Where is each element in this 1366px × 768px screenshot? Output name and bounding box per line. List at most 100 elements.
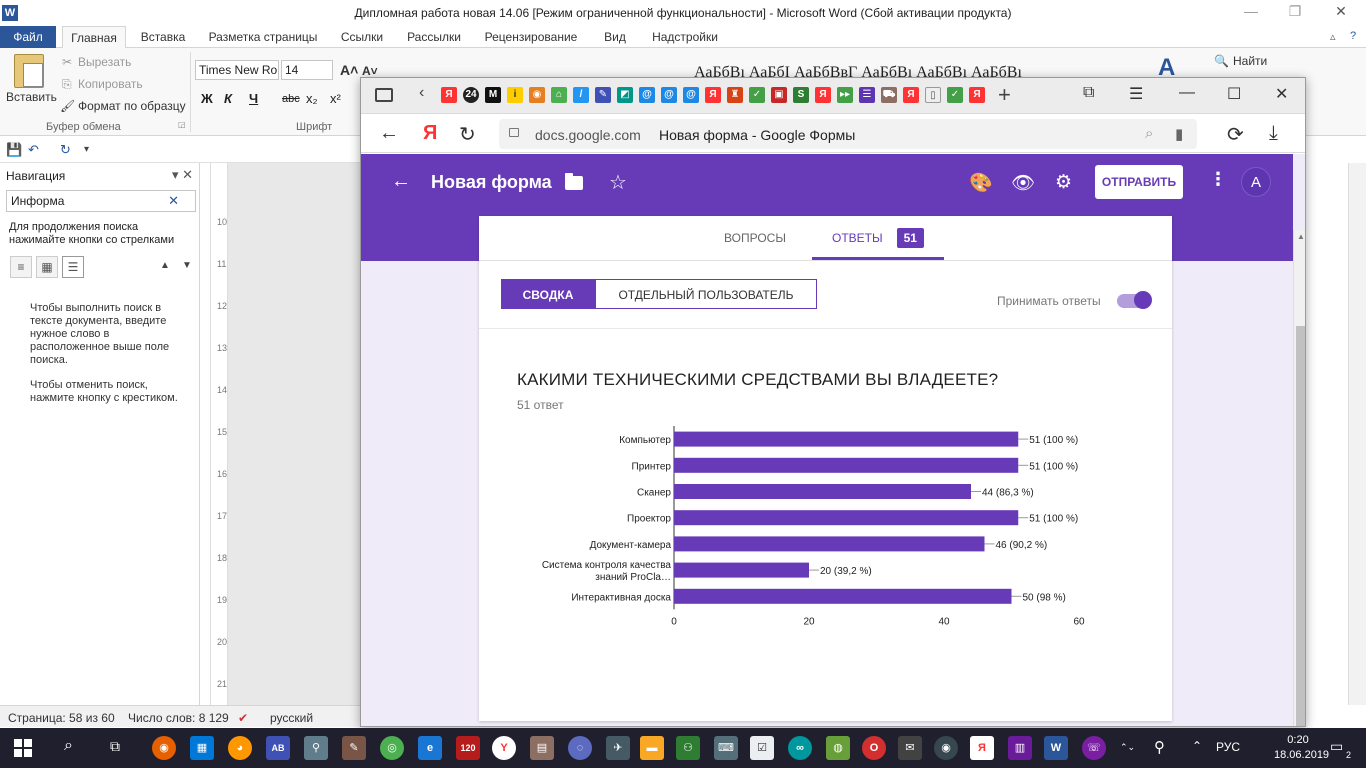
- people-icon[interactable]: ⚲: [1154, 738, 1165, 756]
- bus-tab-icon[interactable]: ⛟: [881, 87, 897, 103]
- checklist-icon[interactable]: ☑: [750, 736, 774, 760]
- cut-button[interactable]: Вырезать: [78, 55, 131, 69]
- customize-qat-icon[interactable]: ▾: [84, 144, 89, 155]
- form-title[interactable]: Новая форма: [431, 172, 552, 193]
- tabs-panel-icon[interactable]: [375, 88, 393, 102]
- help-icon[interactable]: ?: [1350, 30, 1356, 42]
- previous-result-icon[interactable]: ▲: [160, 260, 170, 271]
- keyboard-icon[interactable]: ⌨: [714, 736, 738, 760]
- yandex-logo[interactable]: Я: [423, 122, 437, 145]
- download-icon[interactable]: ⤓: [1269, 122, 1278, 145]
- tab-home[interactable]: Главная: [62, 26, 126, 49]
- dialog-launcher-icon[interactable]: ◲: [178, 120, 186, 129]
- paste-icon[interactable]: [14, 54, 44, 88]
- search-icon[interactable]: ⌕: [1145, 125, 1153, 142]
- language-indicator[interactable]: русский: [270, 711, 313, 725]
- font-size-select[interactable]: 14: [281, 60, 333, 80]
- paste-button[interactable]: Вставить: [6, 90, 57, 104]
- doc-tab-icon[interactable]: /: [573, 87, 589, 103]
- tab-scroll-left-icon[interactable]: ‹: [419, 84, 424, 102]
- task-view-icon[interactable]: ⧉: [110, 738, 120, 755]
- document-area[interactable]: [228, 163, 362, 705]
- format-painter-button[interactable]: Формат по образцу: [78, 99, 186, 113]
- m-tab-icon[interactable]: M: [485, 87, 501, 103]
- yandex-tab-icon[interactable]: Я: [815, 87, 831, 103]
- shrink-font-icon[interactable]: A˅: [362, 64, 378, 78]
- headings-view-icon[interactable]: ≡: [10, 256, 32, 278]
- yandex-tab-icon[interactable]: Я: [969, 87, 985, 103]
- palette-icon[interactable]: 🎨: [969, 171, 993, 195]
- subscript-button[interactable]: x₂: [306, 91, 318, 106]
- notifications-icon[interactable]: ▭: [1330, 738, 1343, 755]
- chrome-icon[interactable]: ◎: [380, 736, 404, 760]
- tab-review[interactable]: Рецензирование: [476, 26, 586, 48]
- s-tab-icon[interactable]: S: [793, 87, 809, 103]
- find-button[interactable]: Найти: [1233, 54, 1267, 68]
- tab-references[interactable]: Ссылки: [332, 26, 392, 48]
- back-arrow-icon[interactable]: ←: [391, 170, 411, 193]
- undo-icon[interactable]: ↶: [28, 142, 39, 158]
- mail-tab-icon[interactable]: @: [683, 87, 699, 103]
- word-maximize-button[interactable]: ❐: [1272, 3, 1318, 23]
- tab-page-layout[interactable]: Разметка страницы: [200, 26, 326, 48]
- check-tab-icon[interactable]: ✓: [947, 87, 963, 103]
- underline-button[interactable]: Ч: [249, 91, 258, 106]
- check-tab-icon[interactable]: ✓: [749, 87, 765, 103]
- archive-icon[interactable]: ▤: [530, 736, 554, 760]
- torrent-icon[interactable]: ◌: [568, 736, 592, 760]
- word-minimize-button[interactable]: —: [1228, 3, 1274, 23]
- video-app-icon[interactable]: 120: [456, 736, 480, 760]
- scrollbar-thumb[interactable]: [1296, 326, 1305, 726]
- browser-scrollbar[interactable]: ▲: [1293, 230, 1305, 726]
- new-tab-button[interactable]: +: [998, 82, 1011, 108]
- firefox-icon[interactable]: ◉: [152, 736, 176, 760]
- next-result-icon[interactable]: ▼: [182, 260, 192, 271]
- store-icon[interactable]: ▦: [190, 736, 214, 760]
- grow-font-icon[interactable]: A˄: [340, 62, 358, 78]
- browser-menu-icon[interactable]: ☰: [1129, 84, 1143, 104]
- accept-responses-toggle[interactable]: [1117, 291, 1152, 309]
- redo-icon[interactable]: ↻: [60, 142, 71, 158]
- summary-button[interactable]: СВОДКА: [501, 279, 595, 309]
- yandex-tab-icon[interactable]: Я: [903, 87, 919, 103]
- superscript-button[interactable]: x²: [330, 91, 341, 106]
- tab-addins[interactable]: Надстройки: [642, 26, 728, 48]
- play-tab-icon[interactable]: ▸▸: [837, 87, 853, 103]
- media-tab-icon[interactable]: ▣: [771, 87, 787, 103]
- language-indicator[interactable]: РУС: [1216, 740, 1240, 754]
- viber-icon[interactable]: ☏: [1082, 736, 1106, 760]
- network-icon[interactable]: ⚇: [676, 736, 700, 760]
- arduino-icon[interactable]: ∞: [788, 736, 812, 760]
- bold-button[interactable]: Ж: [201, 91, 213, 106]
- opera-icon[interactable]: O: [862, 736, 886, 760]
- edit-tab-icon[interactable]: ✎: [595, 87, 611, 103]
- winrar-icon[interactable]: ▥: [1008, 736, 1032, 760]
- eye-app-icon[interactable]: ◉: [934, 736, 958, 760]
- yandex-tab-icon[interactable]: Я: [441, 87, 457, 103]
- forms-tab-icon[interactable]: ☰: [859, 87, 875, 103]
- windows-start-icon[interactable]: [14, 739, 32, 757]
- tab-responses[interactable]: ОТВЕТЫ 51: [812, 216, 944, 260]
- close-icon[interactable]: ▾ ✕: [172, 167, 193, 183]
- italic-button[interactable]: К: [224, 91, 232, 106]
- reload-button[interactable]: ↻: [459, 122, 476, 147]
- tray-expand-icon[interactable]: ⌃: [1192, 739, 1202, 753]
- pages-view-icon[interactable]: ▦: [36, 256, 58, 278]
- paint-icon[interactable]: ✎: [342, 736, 366, 760]
- browser-close-button[interactable]: ✕: [1275, 84, 1288, 104]
- crest-tab-icon[interactable]: ♜: [727, 87, 743, 103]
- android-icon[interactable]: ◍: [826, 736, 850, 760]
- settings-gear-icon[interactable]: ⚙: [1055, 171, 1072, 194]
- back-button[interactable]: ←: [379, 122, 399, 145]
- word-taskbar-icon[interactable]: W: [1044, 736, 1068, 760]
- individual-button[interactable]: ОТДЕЛЬНЫЙ ПОЛЬЗОВАТЕЛЬ: [595, 279, 817, 309]
- more-options-icon[interactable]: ⋮: [1209, 169, 1227, 190]
- send-button[interactable]: ОТПРАВИТЬ: [1095, 165, 1183, 199]
- bookmark-icon[interactable]: ▮: [1175, 125, 1183, 143]
- results-view-icon[interactable]: ☰: [62, 256, 84, 278]
- browser-maximize-button[interactable]: ☐: [1227, 84, 1241, 104]
- yandex-browser-icon[interactable]: Y: [492, 736, 516, 760]
- yandex-tab-icon[interactable]: Я: [705, 87, 721, 103]
- word-vertical-scrollbar[interactable]: [1348, 163, 1366, 705]
- strikethrough-button[interactable]: abc: [282, 93, 300, 105]
